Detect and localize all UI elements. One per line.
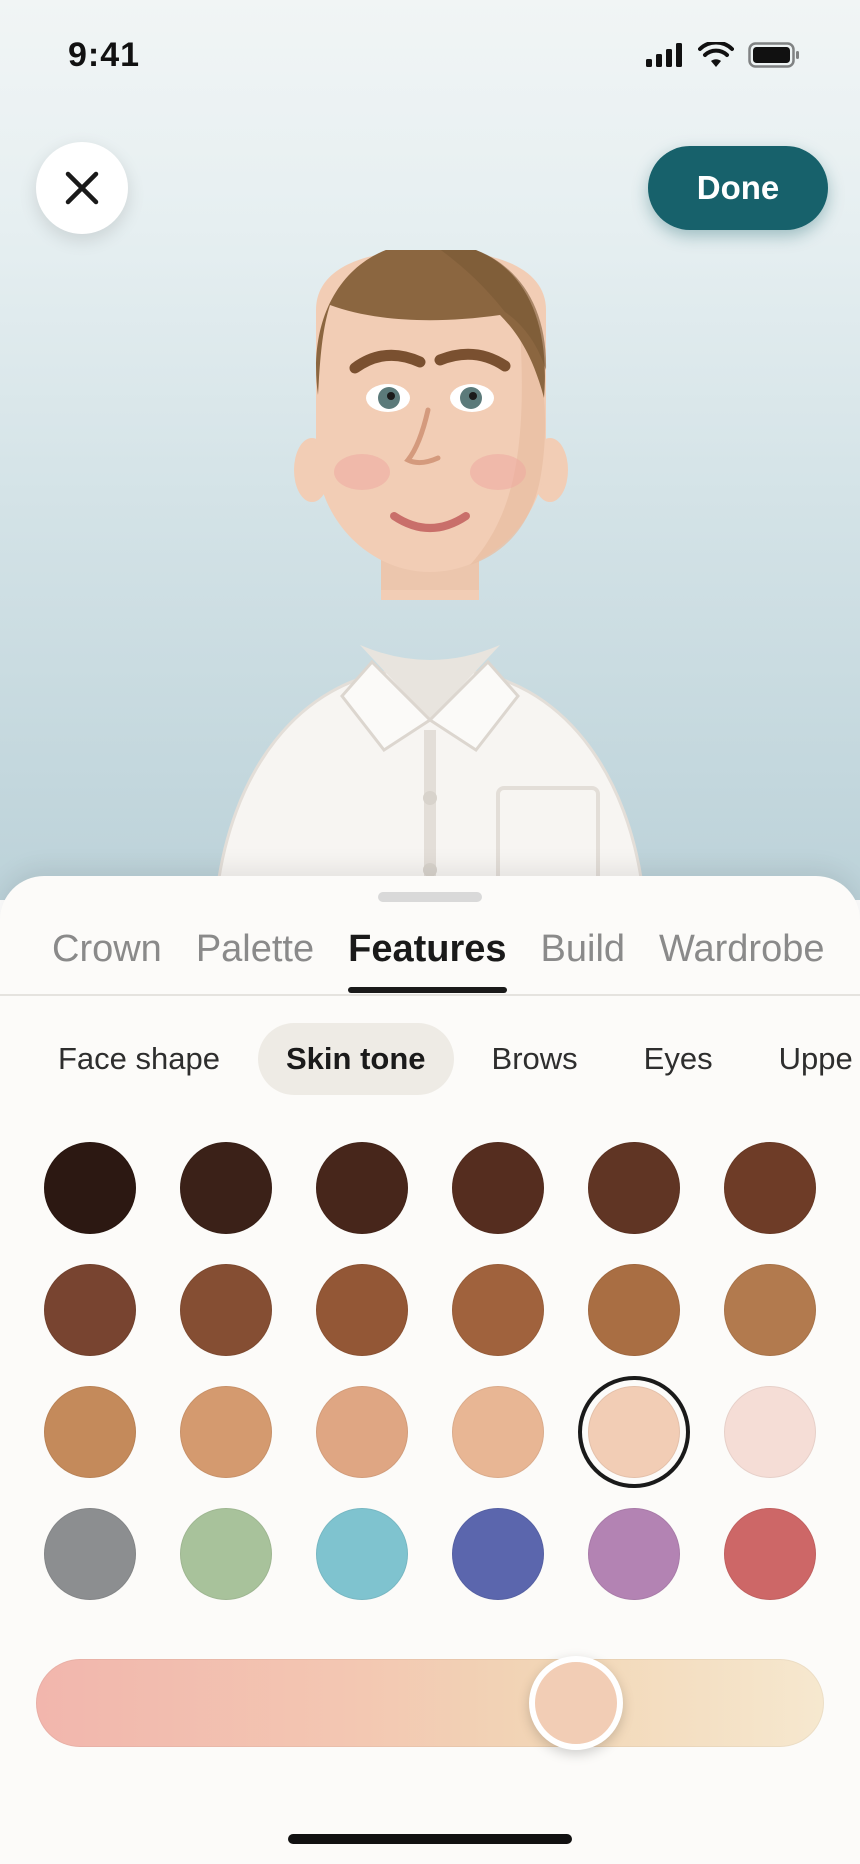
skin-tone-swatch-selected[interactable] [578, 1376, 690, 1488]
skin-tone-swatch[interactable] [724, 1386, 816, 1478]
skin-tone-swatch[interactable] [44, 1386, 136, 1478]
done-button[interactable]: Done [648, 146, 828, 230]
tab-crown[interactable]: Crown [52, 928, 162, 989]
avatar-illustration [214, 250, 646, 900]
status-time: 9:41 [68, 35, 141, 74]
skin-tone-swatch[interactable] [180, 1386, 272, 1478]
skin-tone-swatch[interactable] [724, 1508, 816, 1600]
tabs-divider [0, 994, 860, 996]
tab-wardrobe[interactable]: Wardrobe [659, 928, 824, 989]
skin-tone-swatch[interactable] [316, 1142, 408, 1234]
skin-tone-slider[interactable] [36, 1659, 824, 1747]
skin-tone-slider-thumb[interactable] [528, 1656, 623, 1750]
battery-icon [748, 42, 799, 68]
skin-tone-swatch[interactable] [44, 1142, 136, 1234]
status-icons [646, 42, 800, 68]
tab-palette[interactable]: Palette [196, 928, 314, 989]
skin-tone-swatch[interactable] [588, 1142, 680, 1234]
skin-tone-swatch[interactable] [44, 1508, 136, 1600]
skin-tone-swatch[interactable] [452, 1142, 544, 1234]
skin-tone-swatch[interactable] [316, 1386, 408, 1478]
close-icon [65, 171, 99, 205]
chip-face-shape[interactable]: Face shape [30, 1023, 248, 1095]
skin-tone-swatch-grid [44, 1142, 824, 1600]
skin-tone-swatch[interactable] [452, 1508, 544, 1600]
skin-tone-swatch[interactable] [452, 1264, 544, 1356]
tab-features[interactable]: Features [348, 928, 507, 993]
home-indicator [288, 1834, 572, 1844]
skin-tone-swatch[interactable] [452, 1386, 544, 1478]
chip-brows[interactable]: Brows [464, 1023, 606, 1095]
skin-tone-swatch[interactable] [588, 1508, 680, 1600]
skin-tone-swatch[interactable] [180, 1264, 272, 1356]
skin-tone-swatch[interactable] [724, 1142, 816, 1234]
close-button[interactable] [36, 142, 128, 234]
wifi-icon [698, 42, 734, 67]
category-tabs: Crown Palette Features Build Wardrobe [0, 928, 860, 996]
cellular-signal-icon [646, 43, 682, 67]
sheet-grabber[interactable] [378, 892, 482, 902]
chip-upper[interactable]: Uppe [751, 1023, 860, 1095]
chip-skin-tone[interactable]: Skin tone [258, 1023, 454, 1095]
skin-tone-swatch[interactable] [44, 1264, 136, 1356]
skin-tone-swatch[interactable] [180, 1142, 272, 1234]
skin-tone-swatch[interactable] [316, 1508, 408, 1600]
status-bar: 9:41 [0, 0, 860, 110]
skin-tone-swatch[interactable] [180, 1508, 272, 1600]
skin-tone-swatch[interactable] [316, 1264, 408, 1356]
feature-chips: Face shape Skin tone Brows Eyes Uppe [0, 1020, 860, 1098]
tab-build[interactable]: Build [541, 928, 626, 989]
skin-tone-swatch[interactable] [588, 1264, 680, 1356]
avatar-preview-area: 9:41 Done [0, 0, 860, 900]
skin-tone-swatch[interactable] [724, 1264, 816, 1356]
chip-eyes[interactable]: Eyes [616, 1023, 741, 1095]
